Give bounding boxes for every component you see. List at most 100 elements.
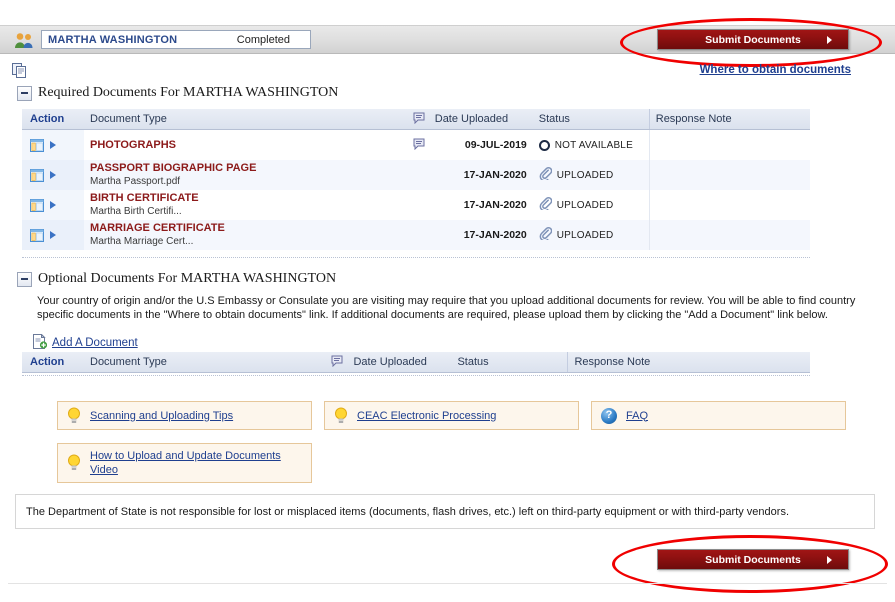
view-document-icon[interactable] [30, 139, 44, 152]
submit-documents-label-bottom: Submit Documents [705, 554, 801, 566]
help-link-faq[interactable]: ? FAQ [591, 401, 846, 430]
row-action-cell [22, 160, 84, 190]
document-title[interactable]: PASSPORT BIOGRAPHIC PAGE [90, 162, 403, 175]
column-response-note: Response Note [649, 109, 810, 130]
status-badge: UPLOADED [557, 200, 614, 211]
document-filename: Martha Passport.pdf [90, 176, 403, 188]
document-filename: Martha Birth Certifi... [90, 206, 403, 218]
help-link-label: Scanning and Uploading Tips [90, 409, 233, 423]
submit-documents-button-top[interactable]: Submit Documents [657, 29, 849, 50]
row-date-uploaded: 17-JAN-2020 [429, 160, 533, 190]
row-status-cell: UPLOADED [533, 220, 650, 250]
people-icon [14, 32, 34, 49]
row-note-icon-cell [409, 190, 429, 220]
table-row: PHOTOGRAPHS 09-JUL-2019NOT AVAILABLE [22, 130, 810, 161]
row-date-uploaded: 17-JAN-2020 [429, 220, 533, 250]
optional-documents-heading: Optional Documents For MARTHA WASHINGTON [17, 271, 336, 287]
row-response-note [649, 190, 810, 220]
required-documents-table: Action Document Type Date Uploaded Statu… [22, 109, 810, 250]
collapse-toggle-required[interactable] [17, 86, 32, 101]
disclaimer-text: The Department of State is not responsib… [26, 506, 789, 518]
help-link-scanning-tips[interactable]: Scanning and Uploading Tips [57, 401, 312, 430]
arrow-right-icon [827, 556, 832, 564]
document-filename: Martha Marriage Cert... [90, 236, 403, 248]
document-title[interactable]: MARRIAGE CERTIFICATE [90, 222, 403, 235]
view-document-icon[interactable] [30, 199, 44, 212]
expand-row-arrow-icon[interactable] [50, 231, 56, 239]
add-document-icon [33, 334, 47, 352]
submit-documents-button-bottom[interactable]: Submit Documents [657, 549, 849, 570]
row-date-uploaded: 17-JAN-2020 [429, 190, 533, 220]
row-action-cell [22, 190, 84, 220]
row-response-note [649, 160, 810, 190]
document-title[interactable]: BIRTH CERTIFICATE [90, 192, 403, 205]
column-date-uploaded: Date Uploaded [429, 109, 533, 130]
view-document-icon[interactable] [30, 229, 44, 242]
optional-documents-table: Action Document Type Date Uploaded Statu… [22, 352, 810, 373]
copy-documents-icon [12, 63, 27, 79]
column-action: Action [22, 352, 84, 373]
help-link-label: FAQ [626, 409, 648, 423]
view-document-icon[interactable] [30, 169, 44, 182]
optional-documents-description: Your country of origin and/or the U.S Em… [37, 294, 857, 322]
column-document-type: Document Type [84, 109, 409, 130]
row-document-type-cell: PASSPORT BIOGRAPHIC PAGEMartha Passport.… [84, 160, 409, 190]
column-status: Status [451, 352, 568, 373]
applicant-status: Completed [237, 34, 304, 46]
applicant-name: MARTHA WASHINGTON [48, 34, 177, 46]
help-link-label: CEAC Electronic Processing [357, 409, 496, 423]
row-response-note [649, 220, 810, 250]
row-note-icon-cell [409, 220, 429, 250]
paperclip-icon [539, 227, 552, 243]
disclaimer-box: The Department of State is not responsib… [15, 494, 875, 529]
table-header-row: Action Document Type Date Uploaded Statu… [22, 109, 810, 130]
row-document-type-cell: MARRIAGE CERTIFICATEMartha Marriage Cert… [84, 220, 409, 250]
circle-outline-icon [539, 140, 550, 151]
expand-row-arrow-icon[interactable] [50, 171, 56, 179]
column-date-uploaded: Date Uploaded [347, 352, 451, 373]
note-bubble-icon [409, 109, 429, 130]
table-row: PASSPORT BIOGRAPHIC PAGEMartha Passport.… [22, 160, 810, 190]
note-bubble-icon[interactable] [413, 141, 425, 153]
expand-row-arrow-icon[interactable] [50, 141, 56, 149]
row-document-type-cell: BIRTH CERTIFICATEMartha Birth Certifi... [84, 190, 409, 220]
document-title[interactable]: PHOTOGRAPHS [90, 139, 403, 152]
submit-documents-label-top: Submit Documents [705, 34, 801, 46]
paperclip-icon [539, 167, 552, 183]
add-a-document-label: Add A Document [52, 337, 138, 349]
row-document-type-cell: PHOTOGRAPHS [84, 130, 409, 161]
column-status: Status [533, 109, 650, 130]
lightbulb-icon [67, 454, 81, 472]
help-link-upload-video[interactable]: How to Upload and Update Documents Video [57, 443, 312, 483]
arrow-right-icon [827, 36, 832, 44]
row-response-note [649, 130, 810, 161]
expand-row-arrow-icon[interactable] [50, 201, 56, 209]
note-bubble-icon [327, 352, 347, 373]
row-status-cell: UPLOADED [533, 190, 650, 220]
lightbulb-icon [334, 407, 348, 425]
question-mark-icon: ? [601, 408, 617, 424]
row-status-cell: UPLOADED [533, 160, 650, 190]
required-table-bottom-rule [22, 257, 810, 258]
footer-divider [8, 583, 887, 584]
column-response-note: Response Note [568, 352, 810, 373]
column-document-type: Document Type [84, 352, 327, 373]
table-row: MARRIAGE CERTIFICATEMartha Marriage Cert… [22, 220, 810, 250]
row-action-cell [22, 220, 84, 250]
optional-documents-heading-label: Optional Documents For MARTHA WASHINGTON [38, 271, 336, 287]
optional-table-bottom-rule [22, 375, 810, 376]
required-documents-heading-label: Required Documents For MARTHA WASHINGTON [38, 85, 338, 101]
row-date-uploaded: 09-JUL-2019 [429, 130, 533, 161]
table-header-row: Action Document Type Date Uploaded Statu… [22, 352, 810, 373]
required-documents-heading: Required Documents For MARTHA WASHINGTON [17, 85, 338, 101]
required-documents-body: PHOTOGRAPHS 09-JUL-2019NOT AVAILABLE PASSP… [22, 130, 810, 251]
row-note-icon-cell [409, 160, 429, 190]
status-badge: UPLOADED [557, 230, 614, 241]
add-a-document-link[interactable]: Add A Document [33, 334, 138, 352]
help-link-ceac-electronic-processing[interactable]: CEAC Electronic Processing [324, 401, 579, 430]
row-status-cell: NOT AVAILABLE [533, 130, 650, 161]
applicant-name-field[interactable]: MARTHA WASHINGTON Completed [41, 30, 311, 49]
where-to-obtain-documents-link[interactable]: Where to obtain documents [700, 64, 851, 76]
column-action: Action [22, 109, 84, 130]
collapse-toggle-optional[interactable] [17, 272, 32, 287]
